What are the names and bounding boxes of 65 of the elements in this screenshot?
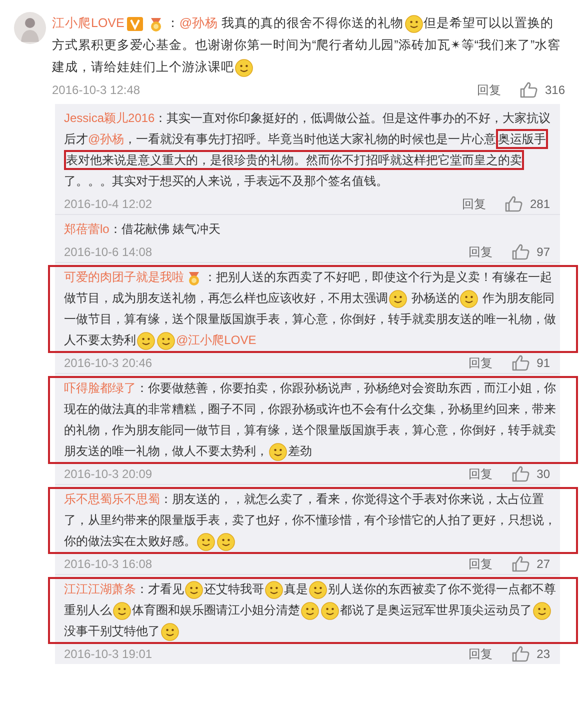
reply-text: Jessica颖儿2016：其实一直对你印象挺好的，低调做公益。但是这件事办的不好，大家抗议后才@孙杨，一看就没有事先打招呼。毕竟当时他送大家礼物的时候也是一片心意 奥运版手 表对他来说是意义重大的，是很珍贵的礼物。然而你不打招呼就这样把它堂而皇之的卖 了。。。其实对于想买的人来说，手表远不及那个签名值钱。 bbox=[64, 110, 552, 190]
emoji-icon bbox=[389, 290, 407, 308]
emoji-icon bbox=[404, 14, 423, 33]
like-button[interactable]: 281 bbox=[504, 195, 550, 213]
emoji-icon bbox=[161, 622, 179, 641]
username-link[interactable]: 江江江湖萧条 bbox=[64, 582, 136, 596]
emoji-icon bbox=[460, 290, 478, 308]
emoji-icon bbox=[301, 602, 319, 620]
reply-text: 吓得脸都绿了：你要做慈善，你要拍卖，你跟孙杨说声，孙杨绝对会资助东西，而江小姐，你现在的做法真的非常糟糕，圈子不同，你跟孙杨或许也不会有什么交集，孙杨里约回来，带来的礼物，作为朋友能同一做节目，算有缘，送个限量版国旗手表，算心意，你倒好，转手就卖朋友送的唯一礼物，做人不要太势利， 差劲 bbox=[64, 378, 560, 462]
reply-button[interactable]: 回复 bbox=[468, 645, 493, 663]
emoji-icon bbox=[217, 532, 235, 551]
thumbs-up-icon bbox=[510, 465, 531, 483]
emoji-icon bbox=[533, 602, 551, 620]
reply-button[interactable]: 回复 bbox=[476, 81, 501, 99]
reply-text: 江江江湖萧条：才看见 还艾特我哥 真是 别人送你的东西被卖了你不觉得一点都不尊重别人么 体育圈和娱乐圈请江小姐分清楚 都说了是奥运冠军世界顶尖运动员了 没事干别艾特他了 bbox=[64, 579, 560, 642]
reply-button[interactable]: 回复 bbox=[468, 555, 493, 573]
emoji-icon bbox=[197, 532, 215, 551]
timestamp: 2016-10-4 12:02 bbox=[64, 196, 152, 213]
emoji-icon bbox=[321, 602, 339, 620]
username-link[interactable]: Jessica颖儿2016 bbox=[64, 111, 155, 125]
emoji-icon bbox=[185, 580, 203, 599]
comment-text: 江小爬LOVE ：@孙杨 我真的真的很舍不得你送的礼物 但是希望可以以置换的方式累积更多爱心基金。也谢谢你第一时间为“爬行者幼儿园”添砖加瓦✴等“我们来了”水窖建成，请给娃娃们上个游泳课吧 bbox=[52, 12, 565, 78]
reply-button[interactable]: 回复 bbox=[468, 465, 493, 483]
emoji-icon bbox=[309, 580, 327, 599]
timestamp: 2016-10-3 20:46 bbox=[64, 355, 152, 372]
reply-text: 可爱的肉团子就是我啦 ：把别人送的东西卖了不好吧，即使这个行为是义卖！有缘在一起做节目，成为朋友送礼物，再怎么样也应该收好，不用太强调 孙杨送的 作为朋友能同一做节目，算有缘，送个限量版国旗手表，算心意，你倒好，转手就卖朋友送的唯一礼物，做人不要太势利 @江小爬LOVE bbox=[64, 267, 560, 351]
like-button[interactable]: 27 bbox=[510, 555, 550, 573]
like-button[interactable]: 97 bbox=[510, 243, 550, 261]
username-link[interactable]: 可爱的肉团子就是我啦 bbox=[64, 270, 184, 284]
timestamp: 2016-10-3 16:08 bbox=[64, 556, 152, 573]
thumbs-up-icon bbox=[504, 195, 524, 213]
marked-text: 表对他来说是意义重大的，是很珍贵的礼物。然而你不打招呼就这样把它堂而皇之的卖 bbox=[64, 150, 524, 170]
like-button[interactable]: 30 bbox=[510, 465, 550, 483]
reply-button[interactable]: 回复 bbox=[468, 354, 493, 372]
username-link[interactable]: 江小爬LOVE bbox=[52, 16, 124, 30]
thumbs-up-icon bbox=[510, 555, 531, 573]
username-link[interactable]: 郑蓓蕾lo bbox=[64, 222, 110, 236]
reply-text: 乐不思蜀乐不思蜀：朋友送的，，就怎么卖了，看来，你觉得这个手表对你来说，太占位置了，从里约带来的限量版手表，卖了也好，你不懂珍惜，有个珍惜它的人拍了更好，只想说，你的做法实在太败好感。 bbox=[64, 489, 560, 552]
thumbs-up-icon bbox=[518, 81, 539, 99]
username-link[interactable]: 吓得脸都绿了 bbox=[64, 381, 136, 395]
reply-button[interactable]: 回复 bbox=[468, 243, 493, 261]
like-button[interactable]: 23 bbox=[510, 645, 550, 663]
like-button[interactable]: 316 bbox=[518, 81, 565, 99]
like-button[interactable]: 91 bbox=[510, 354, 550, 372]
thumbs-up-icon bbox=[510, 645, 531, 663]
reply-button[interactable]: 回复 bbox=[462, 195, 486, 213]
mention-link[interactable]: @孙杨 bbox=[179, 16, 218, 30]
reply-text: 郑蓓蕾lo：借花献佛 婊气冲天 bbox=[64, 221, 222, 238]
timestamp: 2016-10-3 20:09 bbox=[64, 466, 152, 483]
avatar[interactable] bbox=[14, 12, 46, 44]
emoji-icon bbox=[265, 580, 283, 599]
username-link[interactable]: 乐不思蜀乐不思蜀 bbox=[64, 492, 160, 506]
emoji-icon bbox=[235, 58, 253, 77]
mention-link[interactable]: @江小爬LOVE bbox=[176, 333, 256, 347]
emoji-icon bbox=[113, 602, 131, 620]
timestamp: 2016-10-6 14:08 bbox=[64, 244, 152, 261]
timestamp: 2016-10-3 12:48 bbox=[52, 82, 140, 99]
marked-text: 奥运版手 bbox=[496, 129, 548, 149]
thumbs-up-icon bbox=[510, 354, 531, 372]
emoji-icon bbox=[269, 442, 287, 461]
mention-link[interactable]: @孙杨 bbox=[88, 132, 124, 146]
emoji-icon bbox=[157, 332, 175, 350]
timestamp: 2016-10-3 19:01 bbox=[64, 646, 152, 663]
thumbs-up-icon bbox=[510, 243, 531, 261]
emoji-icon bbox=[137, 332, 155, 350]
